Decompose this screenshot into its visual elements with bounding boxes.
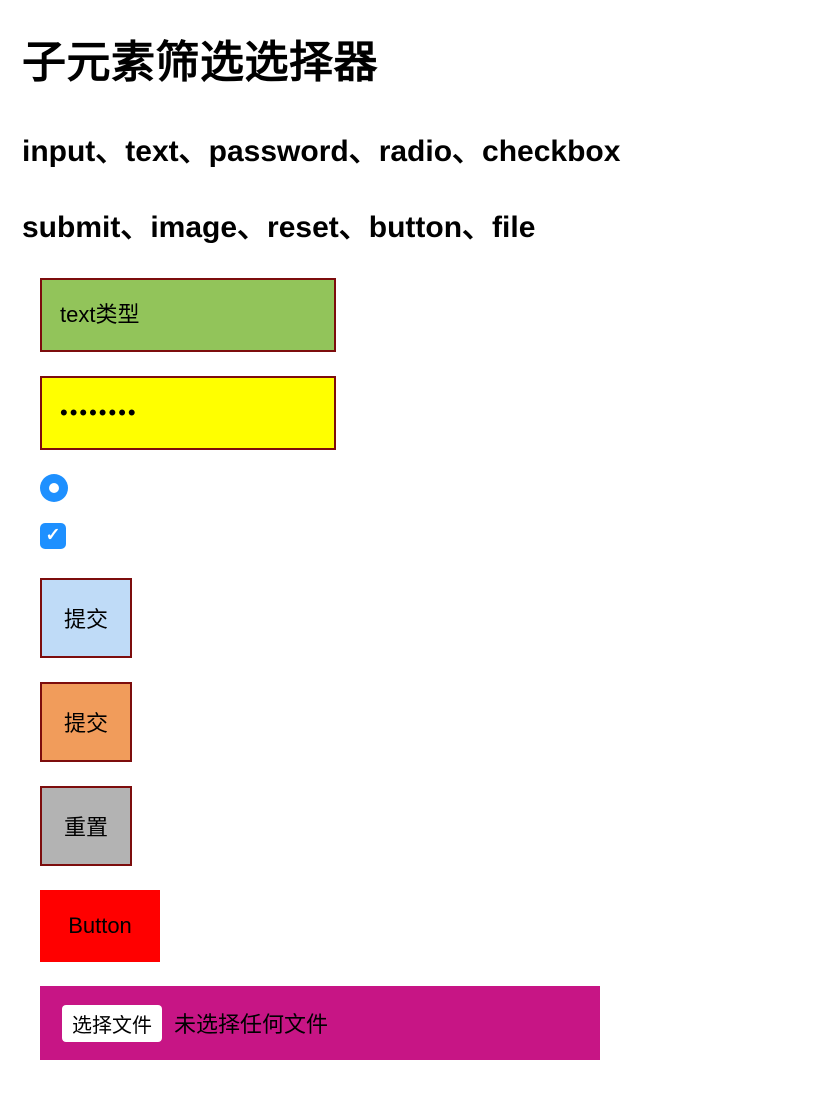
file-status-label: 未选择任何文件 <box>174 1007 328 1039</box>
text-input[interactable] <box>40 278 336 352</box>
checkbox-input[interactable] <box>40 523 66 549</box>
file-input[interactable]: 选择文件 未选择任何文件 <box>40 986 600 1060</box>
radio-input[interactable] <box>40 474 68 502</box>
generic-button[interactable]: Button <box>40 890 160 962</box>
subtitle-line-2: submit、image、reset、button、file <box>22 202 810 246</box>
image-submit-button[interactable]: 提交 <box>40 682 132 762</box>
page-title: 子元素筛选选择器 <box>22 26 810 90</box>
submit-button[interactable]: 提交 <box>40 578 132 658</box>
reset-button[interactable]: 重置 <box>40 786 132 866</box>
demo-form: 提交 提交 重置 Button 选择文件 未选择任何文件 <box>40 278 810 1060</box>
file-choose-label: 选择文件 <box>62 1005 162 1042</box>
subtitle-line-1: input、text、password、radio、checkbox <box>22 126 810 170</box>
password-input[interactable] <box>40 376 336 450</box>
